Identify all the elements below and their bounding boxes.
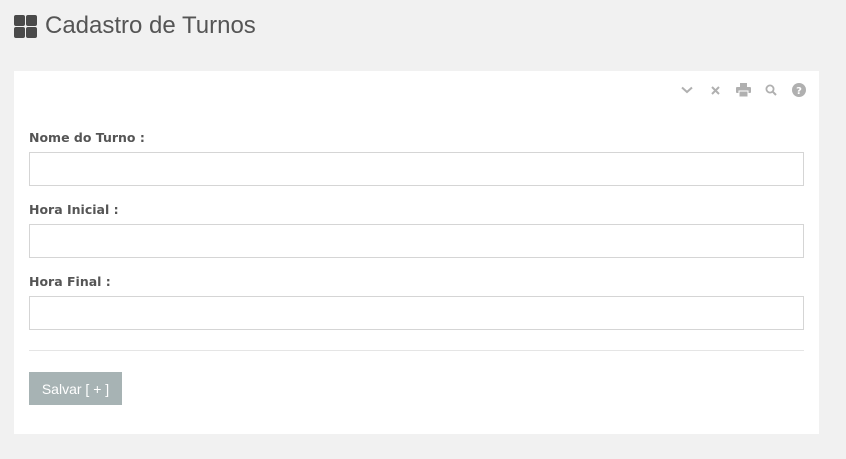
form-group-hora-final: Hora Final : bbox=[29, 274, 804, 330]
chevron-down-icon[interactable] bbox=[679, 82, 695, 98]
form-group-hora-inicial: Hora Inicial : bbox=[29, 202, 804, 258]
form-panel: ? Nome do Turno : Hora Inicial : Hora Fi… bbox=[14, 71, 819, 434]
close-icon[interactable] bbox=[707, 82, 723, 98]
help-icon[interactable]: ? bbox=[791, 82, 807, 98]
page-header: Cadastro de Turnos bbox=[14, 12, 256, 40]
panel-toolbar: ? bbox=[667, 82, 807, 98]
form-group-nome-turno: Nome do Turno : bbox=[29, 130, 804, 186]
nome-turno-input[interactable] bbox=[29, 152, 804, 186]
hora-final-input[interactable] bbox=[29, 296, 804, 330]
print-icon[interactable] bbox=[735, 82, 751, 98]
svg-text:?: ? bbox=[796, 86, 802, 97]
hora-inicial-input[interactable] bbox=[29, 224, 804, 258]
save-button[interactable]: Salvar [ + ] bbox=[29, 372, 122, 405]
page-title: Cadastro de Turnos bbox=[45, 12, 256, 39]
grid-icon bbox=[14, 14, 37, 38]
form-divider bbox=[29, 350, 804, 351]
hora-final-label: Hora Final : bbox=[29, 274, 111, 289]
hora-inicial-label: Hora Inicial : bbox=[29, 202, 119, 217]
search-icon[interactable] bbox=[763, 82, 779, 98]
nome-turno-label: Nome do Turno : bbox=[29, 130, 145, 145]
